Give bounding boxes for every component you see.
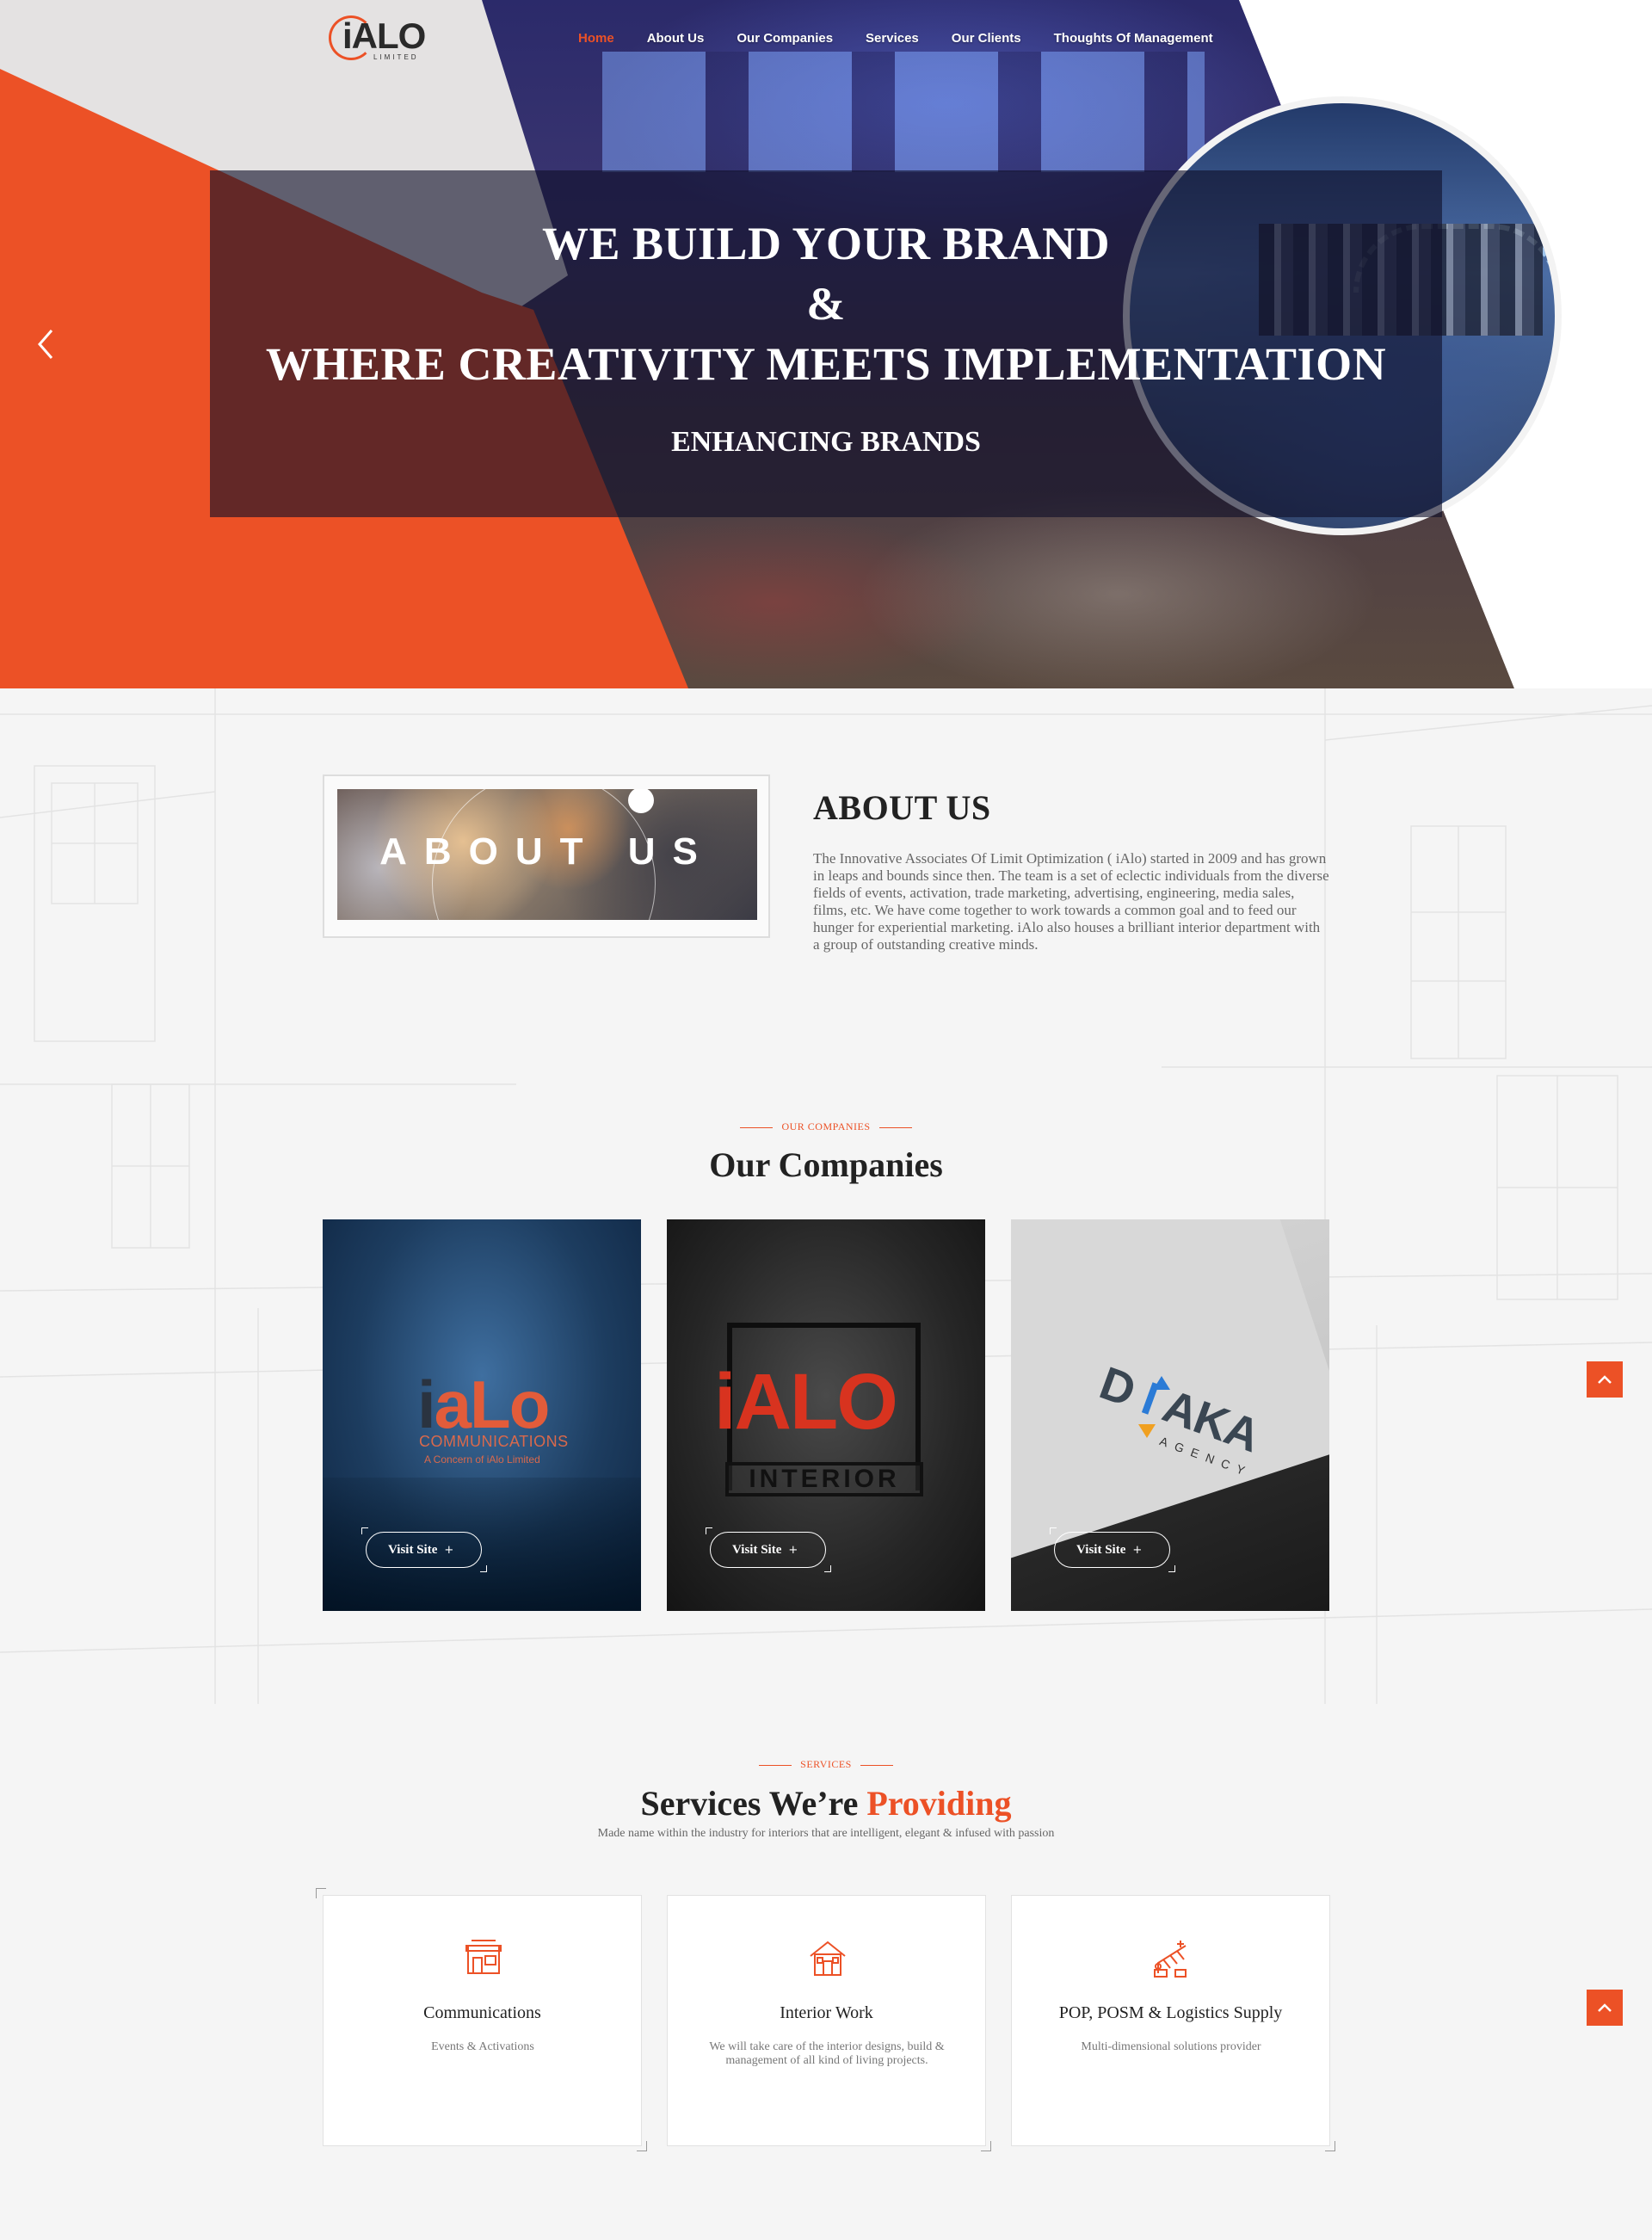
companies-title: Our Companies — [709, 1145, 943, 1184]
main-menu: Home About Us Our Companies Services Our… — [578, 31, 1246, 46]
about-text: The Innovative Associates Of Limit Optim… — [813, 850, 1329, 953]
service-title: Interior Work — [780, 2003, 873, 2022]
plus-icon: + — [444, 1544, 454, 1557]
service-title: POP, POSM & Logistics Supply — [1058, 2003, 1283, 2022]
button-corner — [824, 1565, 831, 1572]
service-card-communications[interactable]: Communications Events & Activations — [323, 1895, 642, 2146]
hero-line-2: & — [806, 278, 846, 330]
nav-item-thoughts-of-management[interactable]: Thoughts Of Management — [1054, 31, 1213, 46]
nav-item-home[interactable]: Home — [578, 31, 614, 46]
button-corner — [1050, 1527, 1057, 1534]
companies-eyebrow-text: OUR COMPANIES — [781, 1120, 871, 1132]
company-card-communications[interactable]: iaLo COMMUNICATIONS A Concern of iAlo Li… — [323, 1219, 641, 1611]
service-text: Events & Activations — [431, 2040, 534, 2053]
house-icon — [810, 1941, 846, 1976]
hero-line-1: WE BUILD YOUR BRAND — [541, 218, 1111, 269]
service-text: Multi-dimensional solutions provider — [1081, 2040, 1261, 2053]
company-subtitle: COMMUNICATIONS — [419, 1433, 569, 1450]
hero-heading: WE BUILD YOUR BRAND & WHERE CREATIVITY M… — [210, 213, 1442, 394]
company-card-interior[interactable]: iALO INTERIOR Visit Site + — [667, 1219, 985, 1611]
logo-i: i — [417, 1367, 436, 1442]
visit-site-button[interactable]: Visit Site + — [1054, 1532, 1170, 1568]
visit-site-label: Visit Site — [732, 1543, 782, 1557]
button-corner — [361, 1527, 368, 1534]
logo-rest: aLo — [434, 1367, 551, 1442]
button-corner — [480, 1565, 487, 1572]
hero-subtitle: ENHANCING BRANDS — [671, 426, 981, 458]
services-title-main: Services We’re — [640, 1784, 867, 1823]
button-corner — [1168, 1565, 1175, 1572]
visit-site-button[interactable]: Visit Site + — [710, 1532, 826, 1568]
hero-line-3: WHERE CREATIVITY MEETS IMPLEMENTATION — [265, 338, 1387, 390]
visit-site-button[interactable]: Visit Site + — [366, 1532, 482, 1568]
services-eyebrow: SERVICES — [0, 1758, 1652, 1771]
chevron-left-icon[interactable] — [33, 325, 64, 363]
plus-icon: + — [1132, 1544, 1143, 1557]
about-image-dot — [628, 789, 654, 813]
card-corner-mark — [637, 2141, 647, 2151]
plus-icon: + — [788, 1544, 798, 1557]
companies-eyebrow: OUR COMPANIES — [0, 1120, 1652, 1133]
nav-item-services[interactable]: Services — [866, 31, 919, 46]
nav-item-our-clients[interactable]: Our Clients — [952, 31, 1021, 46]
services-eyebrow-text: SERVICES — [800, 1758, 852, 1770]
logo-subtext: LIMITED — [373, 53, 419, 61]
arrow-down-icon — [1138, 1424, 1156, 1438]
services-title: Services We’re Providing — [0, 1783, 1652, 1823]
visit-site-label: Visit Site — [388, 1543, 438, 1557]
site-logo[interactable]: iALO LIMITED — [329, 14, 466, 62]
services-description: Made name within the industry for interi… — [597, 1827, 1055, 1840]
visit-site-label: Visit Site — [1076, 1543, 1126, 1557]
card-corner-mark — [316, 1888, 326, 1898]
service-title: Communications — [423, 2003, 541, 2022]
company-subtitle: INTERIOR — [725, 1462, 923, 1496]
ialo-interior-logo: iALO — [714, 1358, 898, 1446]
scroll-to-top-button[interactable] — [1587, 1361, 1623, 1398]
card-corner-mark — [981, 2141, 991, 2151]
nav-item-our-companies[interactable]: Our Companies — [737, 31, 833, 46]
shelf-supply-icon — [1154, 1941, 1187, 1978]
about-title: ABOUT US — [813, 788, 991, 827]
button-corner — [706, 1527, 712, 1534]
site-header: iALO LIMITED Home About Us Our Companies… — [0, 0, 1652, 83]
logo-text: iALO — [342, 15, 426, 56]
chevron-up-icon — [1598, 1375, 1612, 1384]
scroll-to-top-button[interactable] — [1587, 1990, 1623, 2026]
service-text: We will take care of the interior design… — [709, 2040, 945, 2067]
nav-item-about-us[interactable]: About Us — [647, 31, 705, 46]
company-card-diaka-agency[interactable]: D I AKA AGENCY Visit Site + — [1011, 1219, 1329, 1611]
arrow-up-icon — [1153, 1376, 1170, 1390]
storefront-icon — [465, 1940, 502, 1974]
service-card-pop-posm[interactable]: POP, POSM & Logistics Supply Multi-dimen… — [1011, 1895, 1330, 2146]
about-image-frame: ABOUT US — [323, 774, 770, 938]
about-image-caption: ABOUT US — [379, 830, 715, 873]
services-title-accent: Providing — [866, 1784, 1012, 1823]
card-corner-mark — [1325, 2141, 1335, 2151]
about-image: ABOUT US — [337, 789, 757, 920]
company-tagline: A Concern of iAlo Limited — [424, 1453, 540, 1466]
hero-slider: WE BUILD YOUR BRAND & WHERE CREATIVITY M… — [0, 0, 1652, 688]
chevron-up-icon — [1598, 2003, 1612, 2012]
service-card-interior-work[interactable]: Interior Work We will take care of the i… — [667, 1895, 986, 2146]
